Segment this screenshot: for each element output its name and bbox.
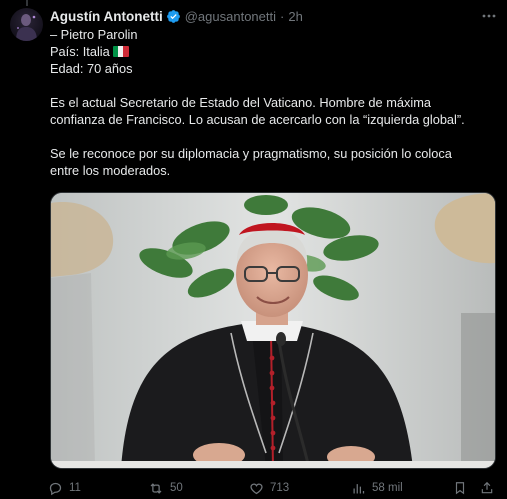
bookmark-icon bbox=[455, 482, 465, 495]
share-button[interactable] bbox=[480, 478, 500, 498]
timestamp[interactable]: 2h bbox=[288, 9, 302, 24]
views-count: 58 mil bbox=[372, 482, 403, 494]
views-icon bbox=[353, 483, 365, 493]
retweet-button[interactable]: 50 bbox=[148, 478, 183, 498]
tweet-photo[interactable] bbox=[50, 192, 496, 469]
retweet-icon bbox=[150, 482, 162, 494]
tweet-header: Agustín Antonetti @agusantonetti · 2h bbox=[50, 6, 497, 26]
author-name[interactable]: Agustín Antonetti bbox=[50, 9, 163, 24]
tweet-line-age: Edad: 70 años bbox=[50, 61, 133, 76]
tweet-line-country-text: País: Italia bbox=[50, 44, 110, 59]
tweet-line-country: País: Italia bbox=[50, 43, 497, 60]
author-handle[interactable]: @agusantonetti bbox=[185, 9, 276, 24]
views-button[interactable]: 58 mil bbox=[351, 478, 403, 498]
photo-image bbox=[51, 193, 495, 468]
more-icon[interactable] bbox=[481, 10, 497, 22]
verified-badge-icon bbox=[166, 9, 181, 24]
share-icon bbox=[481, 481, 493, 494]
retweet-count: 50 bbox=[170, 482, 183, 494]
reply-count: 11 bbox=[69, 482, 81, 494]
like-count: 713 bbox=[270, 482, 290, 494]
reply-button[interactable]: 11 bbox=[48, 478, 81, 498]
heart-icon bbox=[250, 482, 263, 494]
tweet-line-role-1: Es el actual Secretario de Estado del Va… bbox=[50, 95, 432, 110]
tweet-line-role-2: confianza de Francisco. Lo acusan de ace… bbox=[50, 112, 465, 127]
avatar[interactable] bbox=[10, 8, 43, 41]
tweet-actions: 11 50 713 58 mil bbox=[48, 478, 497, 498]
tweet-text: – Pietro Parolin País: Italia Edad: 70 a… bbox=[50, 26, 497, 179]
bookmark-button[interactable] bbox=[453, 478, 473, 498]
tweet-line-diplomacy-2: entre los moderados. bbox=[50, 163, 171, 178]
separator-dot: · bbox=[280, 8, 285, 24]
reply-icon bbox=[49, 482, 62, 495]
tweet-line-name: – Pietro Parolin bbox=[50, 27, 138, 42]
tweet-line-diplomacy-1: Se le reconoce por su diplomacia y pragm… bbox=[50, 146, 452, 161]
italy-flag-icon bbox=[112, 46, 129, 57]
avatar-image bbox=[16, 14, 37, 41]
tweet-body: Agustín Antonetti @agusantonetti · 2h – … bbox=[50, 6, 497, 179]
thread-line bbox=[26, 0, 28, 6]
like-button[interactable]: 713 bbox=[249, 478, 289, 498]
